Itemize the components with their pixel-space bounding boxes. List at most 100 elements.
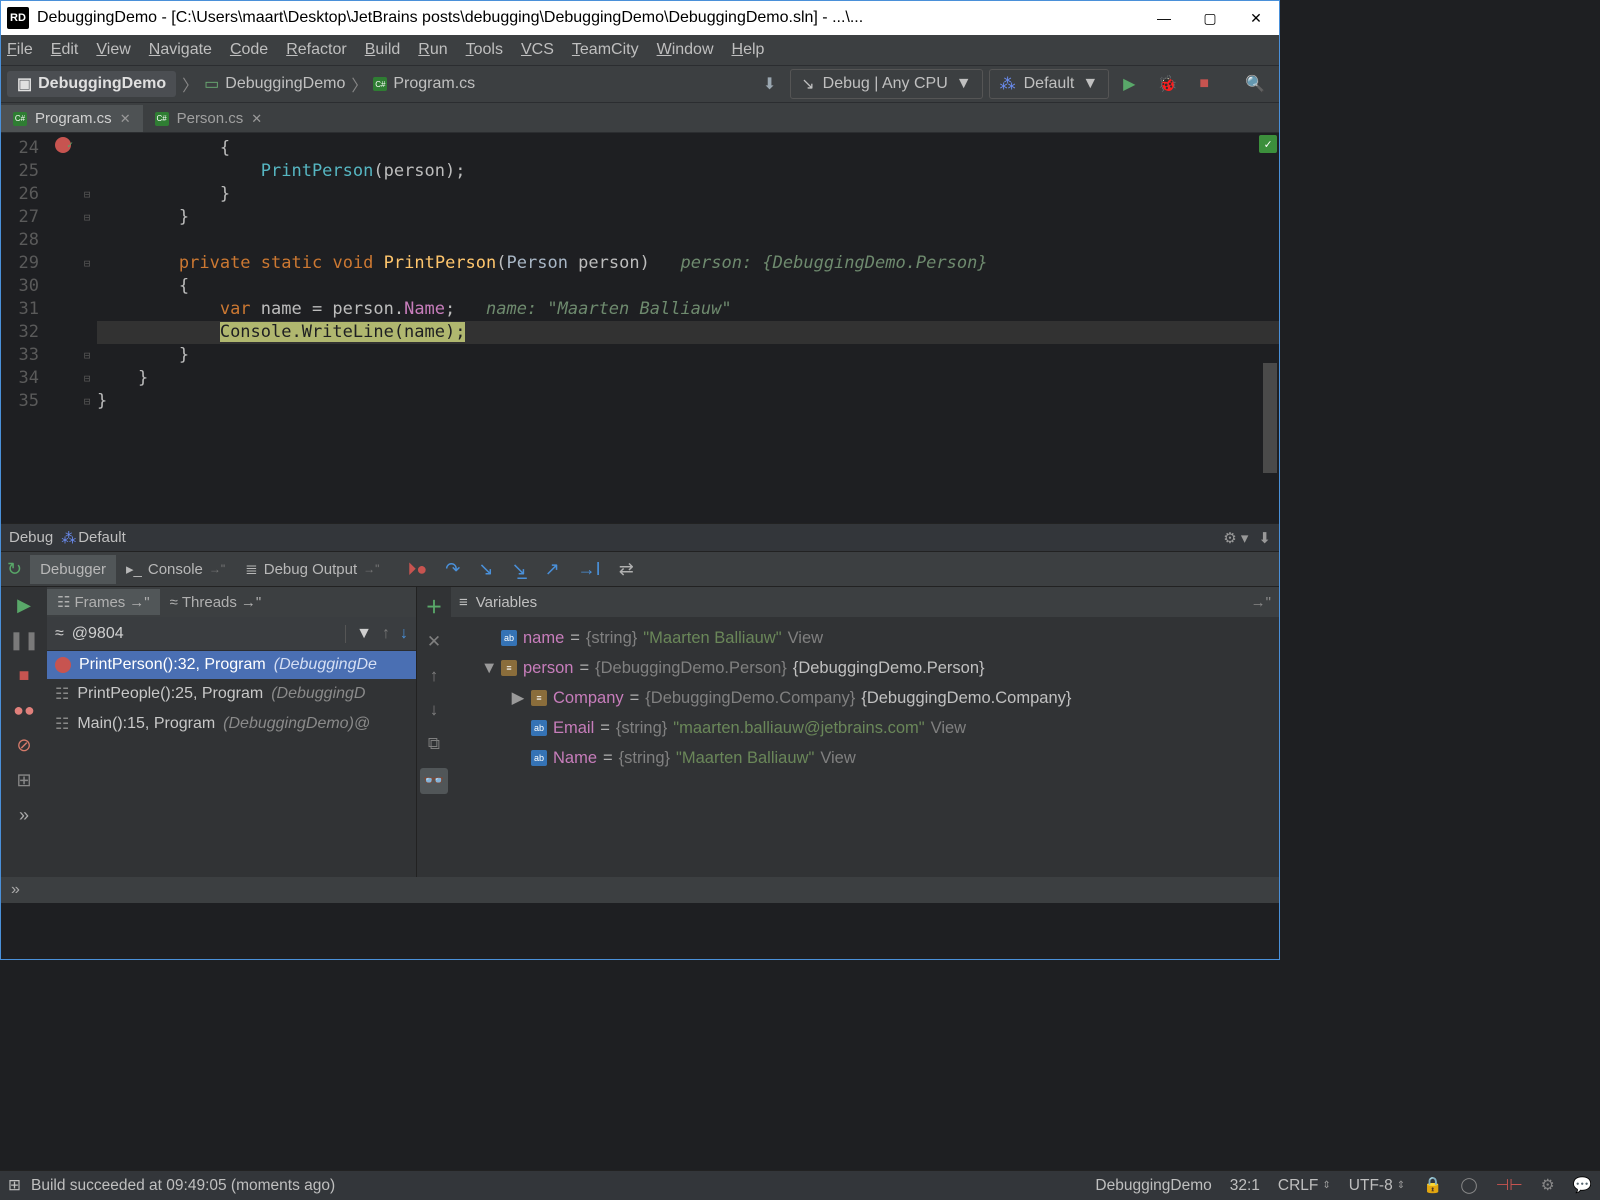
- stack-frame[interactable]: PrintPerson():32, Program (DebuggingDe: [47, 651, 416, 679]
- code-area[interactable]: { PrintPerson(person); } } private stati…: [97, 133, 1279, 523]
- gear-icon[interactable]: ⚙ ▾: [1223, 529, 1248, 547]
- step-over-button[interactable]: ↷: [445, 559, 460, 580]
- menu-vcs[interactable]: VCS: [521, 41, 554, 59]
- add-watch-button[interactable]: ＋: [426, 593, 443, 618]
- tab-threads[interactable]: ≈Threads→": [160, 590, 272, 615]
- tab-console[interactable]: ▸_Console→": [116, 554, 235, 584]
- menu-window[interactable]: Window: [657, 41, 714, 59]
- editor-tab[interactable]: C#Program.cs✕: [1, 105, 143, 132]
- status-position[interactable]: 32:1: [1230, 1177, 1260, 1195]
- run-button[interactable]: ▶: [1115, 70, 1143, 98]
- stack-frame[interactable]: ☷PrintPeople():25, Program (DebuggingD: [47, 679, 416, 709]
- status-indicator-1[interactable]: ◯: [1460, 1176, 1477, 1195]
- view-link[interactable]: View: [820, 743, 855, 773]
- expand-icon[interactable]: ▶: [511, 683, 525, 713]
- mute-breakpoints-button[interactable]: ⊘: [16, 735, 31, 756]
- run-to-cursor-button[interactable]: →I: [578, 559, 601, 580]
- inspection-ok-icon[interactable]: ✓: [1259, 135, 1277, 153]
- menu-tools[interactable]: Tools: [466, 41, 503, 59]
- build-button[interactable]: ⬇: [755, 70, 784, 98]
- prev-frame-button[interactable]: ↑: [382, 625, 390, 643]
- code-editor[interactable]: 242526272829303132333435 ⊟⊟ ⊟ ⊟⊟⊟ { Prin…: [1, 133, 1279, 523]
- evaluate-expression-button[interactable]: ⇄: [619, 559, 634, 580]
- next-frame-button[interactable]: ↓: [400, 625, 408, 643]
- view-link[interactable]: View: [931, 713, 966, 743]
- menu-code[interactable]: Code: [230, 41, 268, 59]
- tab-debugger[interactable]: Debugger: [30, 555, 116, 584]
- variable-row[interactable]: ab Email = {string} "maarten.balliauw@je…: [455, 713, 1275, 743]
- status-encoding[interactable]: UTF-8⇕: [1349, 1177, 1405, 1195]
- step-into-button[interactable]: ↘: [478, 559, 493, 580]
- run-config-select[interactable]: ⁂ Default ▼: [989, 69, 1110, 99]
- stack-frames-list[interactable]: PrintPerson():32, Program (DebuggingDe☷P…: [47, 651, 416, 877]
- fold-gutter[interactable]: ⊟⊟ ⊟ ⊟⊟⊟: [77, 133, 97, 523]
- stop-button[interactable]: ■: [1191, 71, 1217, 97]
- menu-navigate[interactable]: Navigate: [149, 41, 212, 59]
- thread-selector[interactable]: ≈ @9804 ▼ ↑ ↓: [47, 617, 416, 651]
- status-project[interactable]: DebuggingDemo: [1095, 1177, 1211, 1195]
- more-tools-row[interactable]: »: [1, 877, 1279, 903]
- layout-button[interactable]: ⊞: [16, 770, 31, 791]
- copy-button[interactable]: ⧉: [428, 734, 440, 754]
- menu-view[interactable]: View: [96, 41, 130, 59]
- run-config-label: Default: [1024, 75, 1075, 93]
- menu-run[interactable]: Run: [418, 41, 447, 59]
- menu-help[interactable]: Help: [732, 41, 765, 59]
- build-config-select[interactable]: ↘ Debug | Any CPU ▼: [790, 69, 982, 99]
- close-button[interactable]: ✕: [1233, 1, 1279, 35]
- status-line-ending[interactable]: CRLF⇕: [1278, 1177, 1331, 1195]
- stack-frame[interactable]: ☷Main():15, Program (DebuggingDemo)@: [47, 709, 416, 739]
- status-indicator-3[interactable]: ⚙: [1541, 1176, 1555, 1195]
- breadcrumb-file[interactable]: C# Program.cs: [373, 75, 475, 93]
- editor-tab[interactable]: C#Person.cs✕: [143, 105, 275, 132]
- show-watches-button[interactable]: 👓: [420, 768, 447, 794]
- menu-refactor[interactable]: Refactor: [286, 41, 346, 59]
- notifications-icon[interactable]: 💬: [1573, 1176, 1592, 1195]
- menu-file[interactable]: File: [7, 41, 33, 59]
- breakpoint-gutter[interactable]: [49, 133, 77, 523]
- breadcrumb-project-label: DebuggingDemo: [38, 75, 166, 93]
- download-icon[interactable]: ⬇: [1258, 529, 1271, 547]
- scrollbar-thumb[interactable]: [1263, 363, 1277, 473]
- more-button[interactable]: »: [19, 805, 29, 826]
- stop-debug-button[interactable]: ■: [19, 665, 30, 686]
- pin-icon[interactable]: →": [1251, 594, 1271, 611]
- close-icon[interactable]: ✕: [251, 111, 262, 127]
- search-button[interactable]: 🔍: [1237, 70, 1273, 98]
- remove-watch-button[interactable]: ✕: [427, 632, 441, 652]
- lock-icon[interactable]: 🔒: [1423, 1176, 1442, 1195]
- down-button[interactable]: ↓: [430, 700, 439, 720]
- breadcrumb-project[interactable]: ▣ DebuggingDemo: [7, 71, 176, 97]
- force-step-into-button[interactable]: ↘̲: [511, 559, 526, 580]
- build-config-label: Debug | Any CPU: [823, 75, 948, 93]
- close-icon[interactable]: ✕: [120, 111, 131, 127]
- step-out-button[interactable]: ↗: [545, 559, 560, 580]
- pause-button[interactable]: ❚❚: [9, 630, 39, 651]
- maximize-button[interactable]: ▢: [1187, 1, 1233, 35]
- view-breakpoints-button[interactable]: ●●: [13, 700, 35, 721]
- resume-button[interactable]: ▶: [17, 595, 31, 616]
- menu-teamcity[interactable]: TeamCity: [572, 41, 639, 59]
- menu-build[interactable]: Build: [365, 41, 401, 59]
- variables-header: ≡ Variables →": [451, 587, 1279, 617]
- debug-button[interactable]: 🐞: [1149, 70, 1185, 98]
- pause-program-button[interactable]: ⏵●: [407, 559, 427, 580]
- rerun-button[interactable]: ↻: [7, 559, 22, 580]
- breakpoint-icon[interactable]: [55, 137, 71, 153]
- tab-debug-output[interactable]: ≣Debug Output→": [235, 554, 389, 584]
- variables-tree[interactable]: ab name = {string} "Maarten Balliauw" Vi…: [451, 617, 1279, 779]
- breadcrumb-file-label: Program.cs: [393, 75, 475, 93]
- status-indicator-2[interactable]: ⊣⊢: [1496, 1176, 1523, 1195]
- variable-row[interactable]: ab Name = {string} "Maarten Balliauw" Vi…: [455, 743, 1275, 773]
- view-link[interactable]: View: [788, 623, 823, 653]
- variable-row[interactable]: ▶≡ Company = {DebuggingDemo.Company} {De…: [455, 683, 1275, 713]
- variable-row[interactable]: ▼≡ person = {DebuggingDemo.Person} {Debu…: [455, 653, 1275, 683]
- tab-frames[interactable]: ☷Frames→": [47, 589, 160, 615]
- minimize-button[interactable]: —: [1141, 1, 1187, 35]
- up-button[interactable]: ↑: [430, 666, 439, 686]
- variable-row[interactable]: ab name = {string} "Maarten Balliauw" Vi…: [455, 623, 1275, 653]
- expand-icon[interactable]: ▼: [481, 653, 495, 683]
- breadcrumb-module[interactable]: ▭ DebuggingDemo: [204, 74, 345, 94]
- dotnet-icon: ⁂: [61, 529, 76, 547]
- menu-edit[interactable]: Edit: [51, 41, 79, 59]
